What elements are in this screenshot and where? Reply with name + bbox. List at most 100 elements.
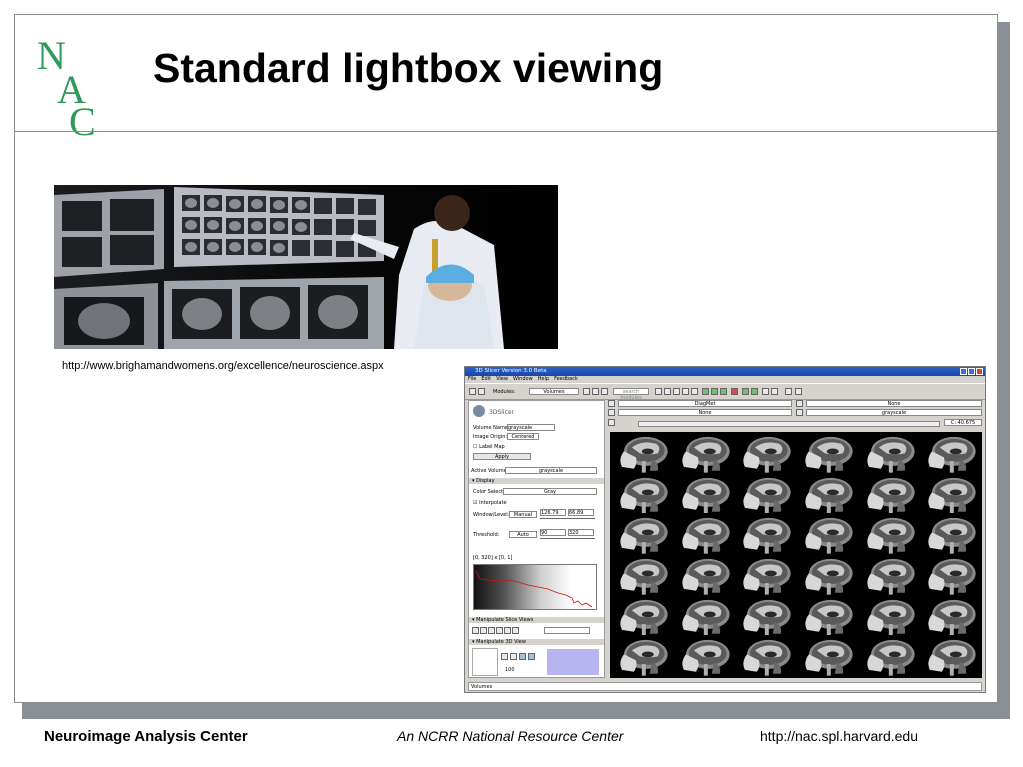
slice-options-icon[interactable] <box>608 419 615 426</box>
background-right-select[interactable]: grayscale <box>806 409 982 416</box>
color-select[interactable]: Gray <box>503 488 597 495</box>
modules-select[interactable]: Volumes <box>529 388 579 395</box>
red-view-icon[interactable] <box>731 388 738 395</box>
minimize-button[interactable] <box>960 368 967 375</box>
menu-file[interactable]: File <box>468 376 476 383</box>
fourup-layout-icon[interactable] <box>691 388 698 395</box>
window-value-input[interactable]: 126.79 <box>540 509 566 516</box>
mri-slice-thumbnail[interactable] <box>673 556 734 595</box>
mri-slice-thumbnail[interactable] <box>797 474 857 514</box>
mri-slice-thumbnail[interactable] <box>735 474 795 514</box>
mri-slice-thumbnail[interactable] <box>735 556 795 595</box>
mri-slice-thumbnail[interactable] <box>735 515 795 554</box>
zoom-3d-icon[interactable] <box>519 653 526 660</box>
threshold-mode-select[interactable]: Auto <box>509 531 537 538</box>
view-axis-widget[interactable] <box>472 648 498 676</box>
mri-slice-thumbnail[interactable] <box>735 434 795 473</box>
active-volume-select[interactable]: grayscale <box>505 467 597 474</box>
close-button[interactable] <box>976 368 983 375</box>
apply-button[interactable]: Apply <box>473 453 531 460</box>
fg-layer-icon[interactable] <box>608 400 615 407</box>
menu-view[interactable]: View <box>496 376 508 383</box>
rotate-icon[interactable] <box>501 653 508 660</box>
mri-slice-thumbnail[interactable] <box>858 556 919 595</box>
mri-slice-thumbnail[interactable] <box>612 637 672 676</box>
conventional-layout-icon[interactable] <box>682 388 689 395</box>
spin-icon[interactable] <box>528 653 535 660</box>
mri-slice-thumbnail[interactable] <box>920 637 980 676</box>
view-3d-icon[interactable] <box>673 388 680 395</box>
slice-offset-value[interactable]: C: 40.675 <box>944 419 982 426</box>
mri-slice-thumbnail[interactable] <box>612 474 672 514</box>
menu-edit[interactable]: Edit <box>481 376 491 383</box>
menu-feedback[interactable]: Feedback <box>554 376 578 383</box>
slice-link-icon[interactable] <box>480 627 487 634</box>
tabbed-layout-icon[interactable] <box>720 388 727 395</box>
image-origin-select[interactable]: Centered <box>507 433 539 440</box>
mri-slice-thumbnail[interactable] <box>797 596 857 636</box>
label-map-checkbox[interactable]: ☐ Label Map <box>473 444 505 450</box>
mri-slice-thumbnail[interactable] <box>673 637 734 676</box>
mri-slice-thumbnail[interactable] <box>797 434 857 473</box>
lightbox-grid[interactable] <box>610 432 982 678</box>
slice-spacing-field[interactable] <box>544 627 590 634</box>
green-view-icon[interactable] <box>702 388 709 395</box>
mri-slice-thumbnail[interactable] <box>612 596 672 636</box>
zoom-icon[interactable] <box>655 388 662 395</box>
mri-slice-thumbnail[interactable] <box>612 434 672 473</box>
mri-slice-thumbnail[interactable] <box>797 637 857 676</box>
threshold-slider[interactable] <box>540 538 595 539</box>
mri-slice-thumbnail[interactable] <box>858 596 919 636</box>
menu-help[interactable]: Help <box>538 376 549 383</box>
mri-slice-thumbnail[interactable] <box>858 637 919 676</box>
histogram[interactable] <box>473 564 597 610</box>
mri-slice-thumbnail[interactable] <box>612 515 672 554</box>
3d-view-thumbnail[interactable] <box>547 649 599 675</box>
foreground-right-select[interactable]: None <box>806 400 982 407</box>
slice-offset-slider[interactable] <box>638 421 940 427</box>
mri-slice-thumbnail[interactable] <box>612 556 672 595</box>
bg-right-icon[interactable] <box>796 409 803 416</box>
footer-url[interactable]: http://nac.spl.harvard.edu <box>760 728 918 744</box>
interpolate-checkbox[interactable]: ☑ Interpolate <box>473 500 507 506</box>
window-level-slider[interactable] <box>540 518 595 519</box>
level-value-input[interactable]: 66.89 <box>568 509 594 516</box>
next-module-icon[interactable] <box>592 388 599 395</box>
mri-slice-thumbnail[interactable] <box>797 515 857 554</box>
search-modules-input[interactable]: search modules <box>613 388 649 401</box>
mri-slice-thumbnail[interactable] <box>797 556 857 595</box>
slice-labels-icon[interactable] <box>504 627 511 634</box>
slice-fit-icon[interactable] <box>472 627 479 634</box>
redo-icon[interactable] <box>751 388 758 395</box>
photo-source-url[interactable]: http://www.brighamandwomens.org/excellen… <box>62 360 412 373</box>
foreground-select[interactable]: DiagMet <box>618 400 792 407</box>
data-icon[interactable] <box>478 388 485 395</box>
mri-slice-thumbnail[interactable] <box>673 474 734 514</box>
mri-slice-thumbnail[interactable] <box>920 474 980 514</box>
ruler-icon[interactable] <box>795 388 802 395</box>
mri-slice-thumbnail[interactable] <box>920 556 980 595</box>
pan-icon[interactable] <box>664 388 671 395</box>
mri-slice-thumbnail[interactable] <box>673 596 734 636</box>
mri-slice-thumbnail[interactable] <box>735 637 795 676</box>
undo-icon[interactable] <box>742 388 749 395</box>
mri-slice-thumbnail[interactable] <box>735 596 795 636</box>
window-level-mode-select[interactable]: Manual <box>509 511 537 518</box>
mri-slice-thumbnail[interactable] <box>858 474 919 514</box>
slice-reset-icon[interactable] <box>488 627 495 634</box>
prev-module-icon[interactable] <box>583 388 590 395</box>
mri-slice-thumbnail[interactable] <box>920 515 980 554</box>
mri-slice-thumbnail[interactable] <box>673 434 734 473</box>
mri-slice-thumbnail[interactable] <box>920 596 980 636</box>
manipulate-slice-views-header[interactable]: ▾ Manipulate Slice Views <box>469 617 604 623</box>
maximize-button[interactable] <box>968 368 975 375</box>
threshold-low-input[interactable]: 90 <box>540 529 566 536</box>
pitch-icon[interactable] <box>510 653 517 660</box>
mri-slice-thumbnail[interactable] <box>858 434 919 473</box>
manipulate-3d-view-header[interactable]: ▾ Manipulate 3D View <box>469 639 604 645</box>
mri-slice-thumbnail[interactable] <box>673 515 734 554</box>
slice-crosshair-icon[interactable] <box>512 627 519 634</box>
display-section-header[interactable]: ▾ Display <box>469 478 604 484</box>
fg-right-icon[interactable] <box>796 400 803 407</box>
mri-slice-thumbnail[interactable] <box>920 434 980 473</box>
